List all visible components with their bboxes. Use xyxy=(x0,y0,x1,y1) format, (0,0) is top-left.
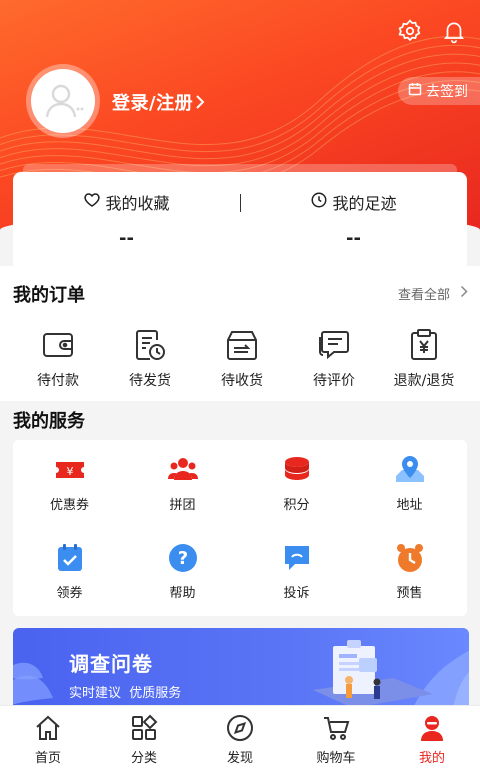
my-favorites-entry[interactable]: 我的收藏 -- xyxy=(13,190,240,249)
avatar[interactable] xyxy=(26,64,100,138)
complaint-icon xyxy=(240,542,353,574)
service-label: 帮助 xyxy=(169,586,196,601)
tab-home[interactable]: 首页 xyxy=(0,714,96,766)
service-label: 地址 xyxy=(396,498,423,513)
notification-bell-icon[interactable] xyxy=(441,18,467,44)
service-label: 拼团 xyxy=(169,498,196,513)
help-icon: ? xyxy=(126,542,239,574)
favorites-label: 我的收藏 xyxy=(105,194,170,213)
bottom-tab-bar: 首页 分类 发现 购物车 我的 xyxy=(0,705,480,770)
points-icon xyxy=(240,454,353,486)
view-all-label: 查看全部 xyxy=(397,288,450,303)
pending-ship-icon xyxy=(102,328,198,362)
tab-label: 我的 xyxy=(418,751,445,766)
svg-text:?: ? xyxy=(177,548,187,569)
favorites-count: -- xyxy=(119,228,134,249)
default-avatar-icon xyxy=(31,69,95,133)
svg-text:¥: ¥ xyxy=(66,465,73,478)
service-label: 优惠券 xyxy=(49,498,89,513)
order-item-label: 待付款 xyxy=(37,373,79,389)
refund-icon xyxy=(376,328,472,362)
service-address[interactable]: 地址 xyxy=(353,454,466,513)
login-register-link[interactable]: 登录/注册 xyxy=(112,89,205,115)
my-orders-section: 我的订单 查看全部 待付款 待发货 待收货 待评价 退款/退货 xyxy=(0,266,480,401)
heart-icon xyxy=(83,191,101,213)
daily-signin-button[interactable]: 去签到 xyxy=(398,77,480,105)
order-pending-review[interactable]: 待评价 xyxy=(286,328,382,390)
compass-icon xyxy=(192,714,288,742)
services-title: 我的服务 xyxy=(13,411,85,432)
tab-label: 发现 xyxy=(226,751,253,766)
settings-gear-icon[interactable] xyxy=(397,18,423,44)
cart-icon xyxy=(288,714,384,742)
footprint-count: -- xyxy=(346,228,361,249)
tab-label: 分类 xyxy=(130,751,157,766)
order-item-label: 待发货 xyxy=(129,373,171,389)
order-pending-payment[interactable]: 待付款 xyxy=(10,328,106,390)
service-group-buy[interactable]: 拼团 xyxy=(126,454,239,513)
tab-discover[interactable]: 发现 xyxy=(192,714,288,766)
service-coupon[interactable]: ¥ 优惠券 xyxy=(13,454,126,513)
order-item-label: 退款/退货 xyxy=(393,373,455,389)
home-icon xyxy=(0,714,96,742)
group-buy-icon xyxy=(126,454,239,486)
service-label: 预售 xyxy=(396,586,423,601)
tab-label: 首页 xyxy=(34,751,61,766)
clock-icon xyxy=(310,191,328,213)
service-complaint[interactable]: 投诉 xyxy=(240,542,353,601)
my-services-grid: ¥ 优惠券 拼团 积分 地址 领券 ? 帮助 投诉 预售 xyxy=(13,440,467,616)
tab-profile[interactable]: 我的 xyxy=(384,714,480,766)
order-pending-shipment[interactable]: 待发货 xyxy=(102,328,198,390)
service-label: 领券 xyxy=(56,586,83,601)
login-label: 登录/注册 xyxy=(112,93,194,114)
order-item-label: 待评价 xyxy=(313,373,355,389)
my-footprint-entry[interactable]: 我的足迹 -- xyxy=(240,190,467,249)
service-label: 投诉 xyxy=(283,586,310,601)
tab-label: 购物车 xyxy=(316,751,356,766)
category-icon xyxy=(96,714,192,742)
location-icon xyxy=(353,454,466,486)
signin-label: 去签到 xyxy=(426,84,468,100)
review-icon xyxy=(286,328,382,362)
service-claim-coupon[interactable]: 领券 xyxy=(13,542,126,601)
survey-title: 调查问卷 xyxy=(69,652,153,676)
survey-subtitle: 实时建议 优质服务 xyxy=(69,686,182,701)
coupon-icon: ¥ xyxy=(13,454,126,486)
order-refund-return[interactable]: 退款/退货 xyxy=(376,328,472,390)
presale-clock-icon xyxy=(353,542,466,574)
claim-coupon-icon xyxy=(13,542,126,574)
calendar-icon xyxy=(408,82,422,100)
service-presale[interactable]: 预售 xyxy=(353,542,466,601)
order-pending-receipt[interactable]: 待收货 xyxy=(194,328,290,390)
chevron-right-icon xyxy=(195,94,205,115)
receive-box-icon xyxy=(194,328,290,362)
view-all-orders-link[interactable]: 查看全部 xyxy=(398,284,468,303)
favorites-card: 我的收藏 -- 我的足迹 -- xyxy=(13,164,467,266)
tab-category[interactable]: 分类 xyxy=(96,714,192,766)
service-label: 积分 xyxy=(283,498,310,513)
survey-banner[interactable]: 调查问卷 实时建议 优质服务 xyxy=(13,628,469,708)
profile-icon xyxy=(384,714,480,742)
orders-title: 我的订单 xyxy=(13,285,85,306)
chevron-right-icon xyxy=(460,285,468,302)
tab-cart[interactable]: 购物车 xyxy=(288,714,384,766)
service-help[interactable]: ? 帮助 xyxy=(126,542,239,601)
service-points[interactable]: 积分 xyxy=(240,454,353,513)
wallet-icon xyxy=(10,328,106,362)
footprint-label: 我的足迹 xyxy=(332,194,397,213)
order-item-label: 待收货 xyxy=(221,373,263,389)
